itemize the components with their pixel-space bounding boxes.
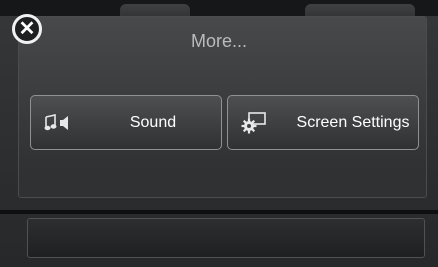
page-title: More... [190, 31, 247, 51]
top-tab-left [120, 4, 190, 16]
top-tab-right [305, 4, 415, 16]
bottom-bar [27, 218, 425, 258]
screen-settings-label: Screen Settings [296, 114, 410, 131]
sound-button[interactable]: Sound [30, 95, 222, 150]
divider [0, 210, 438, 214]
screen: ✕ More... Sound Screen Settings [0, 0, 438, 267]
sound-label: Sound [129, 114, 177, 131]
music-note-speaker-icon [43, 112, 71, 134]
display-gear-icon [240, 112, 268, 134]
screen-settings-button[interactable]: Screen Settings [227, 95, 419, 150]
top-tab-bar [0, 0, 438, 16]
